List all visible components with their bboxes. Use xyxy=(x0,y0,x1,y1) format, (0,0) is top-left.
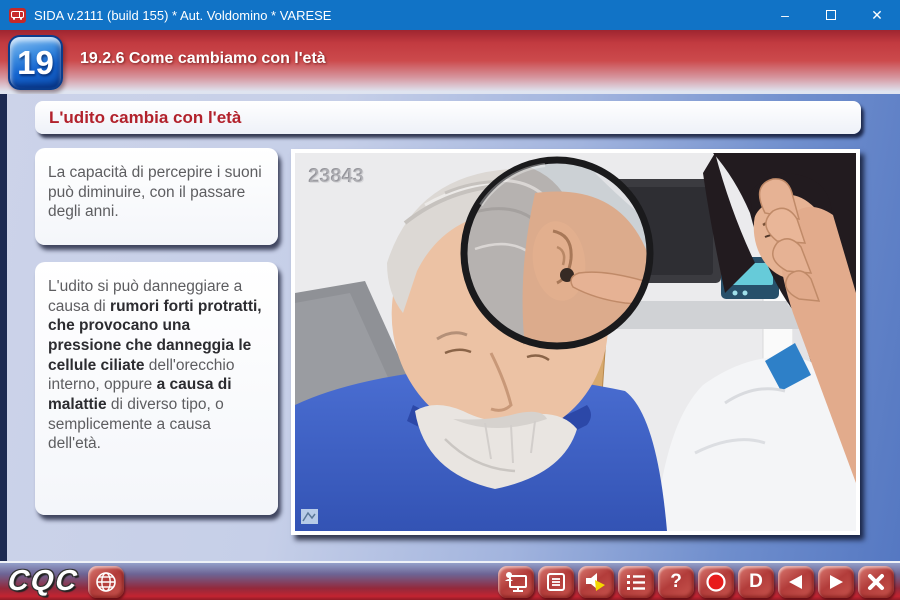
stock-logo-watermark xyxy=(301,509,318,524)
magnifying-mirror xyxy=(464,160,651,347)
minimize-button[interactable]: – xyxy=(762,0,808,30)
chapter-title: 19.2.6 Come cambiamo con l'età xyxy=(80,50,326,68)
window-titlebar: SIDA v.2111 (build 155) * Aut. Voldomino… xyxy=(0,0,900,30)
cqc-logo: CQC xyxy=(6,565,80,598)
lesson-content-area: L'udito cambia con l'età La capacità di … xyxy=(0,94,900,561)
record-button[interactable] xyxy=(698,566,734,598)
lesson-text-box-2: L'udito si può danneggiare a causa di ru… xyxy=(35,262,278,515)
next-button[interactable] xyxy=(818,566,854,598)
globe-icon xyxy=(95,571,117,593)
lesson-text-box-1: La capacità di percepire i suoni può dim… xyxy=(35,148,278,245)
lesson-photo: 23843 23843 xyxy=(291,149,860,535)
help-button[interactable]: ? xyxy=(658,566,694,598)
record-dot-icon xyxy=(705,571,727,593)
app-bus-icon xyxy=(9,8,26,23)
maximize-icon xyxy=(826,10,836,20)
speaker-play-icon xyxy=(584,571,608,593)
chapter-number-badge: 19 xyxy=(8,35,63,90)
audio-button[interactable] xyxy=(578,566,614,598)
lesson-section-title: L'udito cambia con l'età xyxy=(35,101,861,134)
monitor-person-icon xyxy=(504,571,528,593)
left-navy-strip xyxy=(0,94,7,561)
arrow-left-icon xyxy=(786,573,806,591)
previous-button[interactable] xyxy=(778,566,814,598)
globe-button[interactable] xyxy=(88,566,124,598)
chapter-header: 19 19.2.6 Come cambiamo con l'età xyxy=(0,30,900,94)
notes-button[interactable] xyxy=(538,566,574,598)
bullet-list-icon xyxy=(625,572,647,592)
dictionary-button[interactable]: D xyxy=(738,566,774,598)
presentation-button[interactable] xyxy=(498,566,534,598)
bottom-toolbar: CQC xyxy=(0,561,900,600)
arrow-right-icon xyxy=(826,573,846,591)
document-icon xyxy=(546,572,566,592)
sida-application-window: SIDA v.2111 (build 155) * Aut. Voldomino… xyxy=(0,0,900,600)
index-button[interactable] xyxy=(618,566,654,598)
maximize-button[interactable] xyxy=(808,0,854,30)
window-title: SIDA v.2111 (build 155) * Aut. Voldomino… xyxy=(34,8,331,23)
x-icon xyxy=(867,573,885,591)
close-window-button[interactable]: ✕ xyxy=(854,0,900,30)
svg-text:23843: 23843 xyxy=(309,166,365,188)
exit-button[interactable] xyxy=(858,566,894,598)
